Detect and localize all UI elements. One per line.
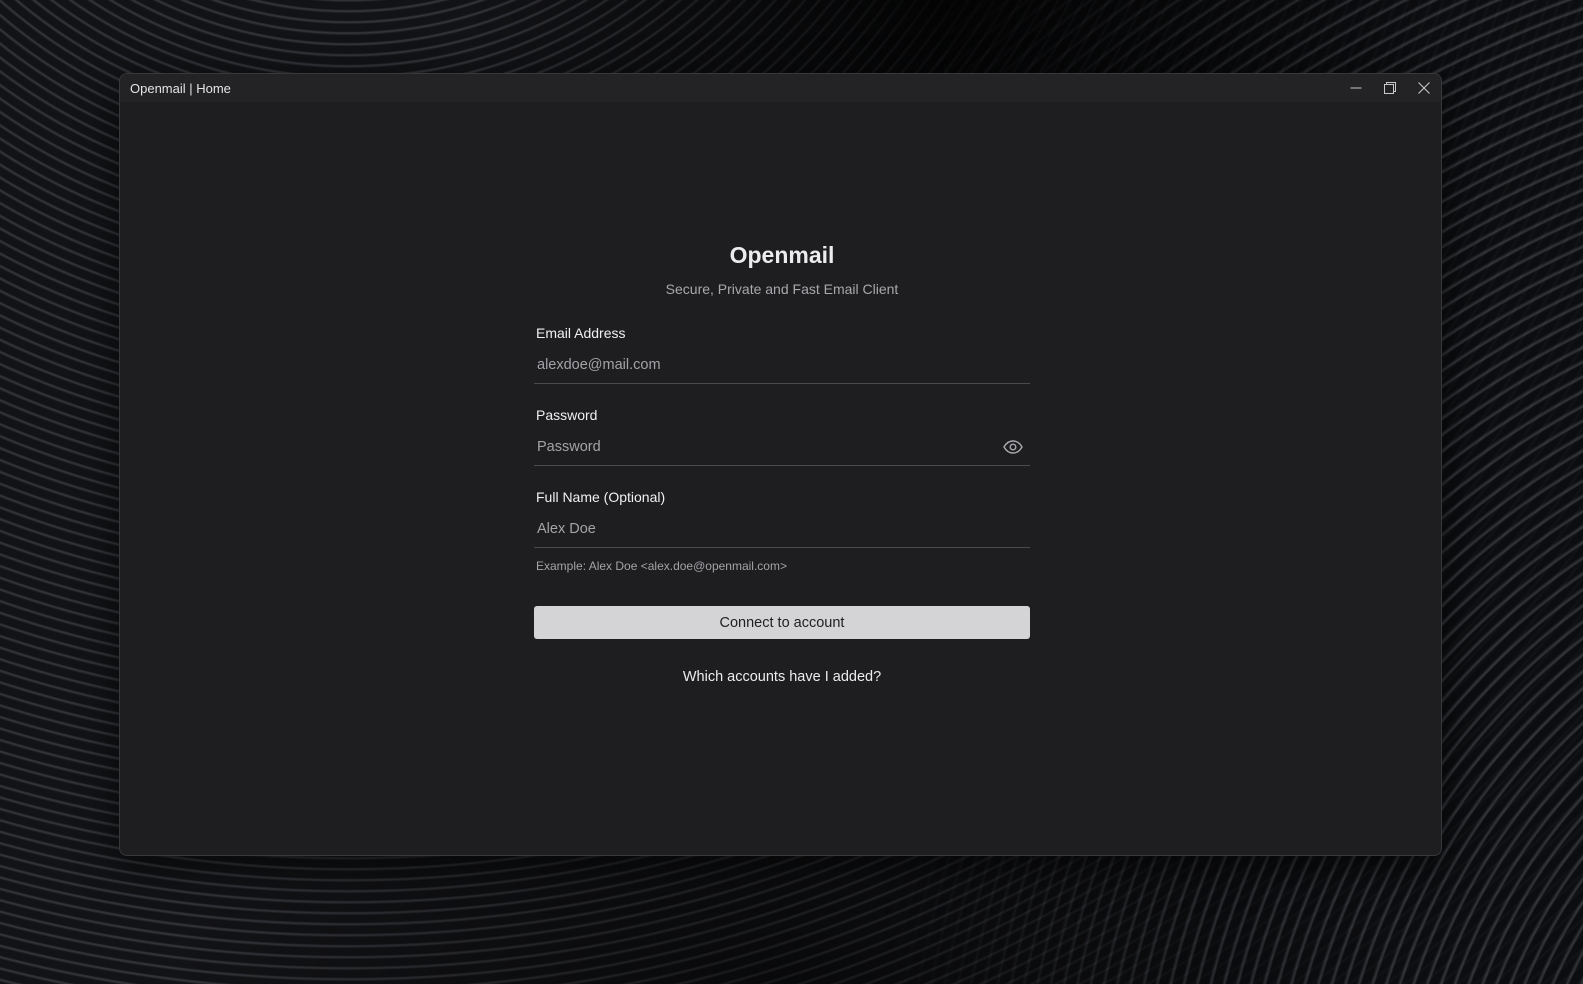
eye-icon (1003, 440, 1023, 454)
full-name-label: Full Name (Optional) (536, 489, 666, 505)
app-window: Openmail | Home Openmail Secure, Private… (119, 73, 1442, 856)
password-label: Password (536, 407, 598, 423)
password-input-wrapper (534, 428, 1030, 466)
full-name-input-wrapper (534, 510, 1030, 548)
email-input[interactable] (534, 346, 1030, 383)
restore-icon (1384, 82, 1396, 94)
restore-button[interactable] (1373, 74, 1407, 102)
minimize-button[interactable] (1339, 74, 1373, 102)
minimize-icon (1350, 87, 1362, 89)
login-form: Openmail Secure, Private and Fast Email … (534, 240, 1030, 687)
full-name-input[interactable] (534, 510, 1030, 547)
window-content: Openmail Secure, Private and Fast Email … (120, 102, 1441, 855)
close-button[interactable] (1407, 74, 1441, 102)
show-password-toggle[interactable] (1002, 437, 1024, 457)
window-controls (1339, 74, 1441, 102)
close-icon (1418, 82, 1430, 94)
password-field-group: Password (534, 405, 1030, 466)
full-name-hint: Example: Alex Doe <alex.doe@openmail.com… (536, 559, 787, 573)
email-input-wrapper (534, 346, 1030, 384)
app-title: Openmail (729, 242, 835, 268)
window-title: Openmail | Home (130, 80, 231, 96)
connect-button[interactable]: Connect to account (534, 606, 1030, 639)
full-name-field-group: Full Name (Optional) Example: Alex Doe <… (534, 487, 1030, 574)
email-label: Email Address (536, 325, 626, 341)
email-field-group: Email Address (534, 323, 1030, 384)
password-input[interactable] (534, 428, 1030, 465)
app-subtitle: Secure, Private and Fast Email Client (665, 281, 899, 297)
added-accounts-link[interactable]: Which accounts have I added? (534, 667, 1030, 687)
title-bar[interactable]: Openmail | Home (120, 74, 1441, 102)
